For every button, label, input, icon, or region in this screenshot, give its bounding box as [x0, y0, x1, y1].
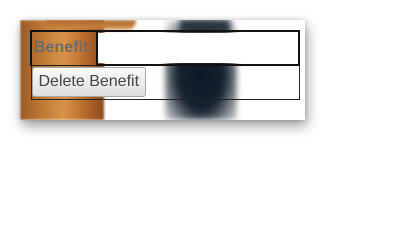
- benefit-label: Benefit:: [34, 39, 94, 57]
- benefit-input-row: Benefit:: [30, 30, 300, 66]
- benefit-label-cell: Benefit:: [30, 30, 97, 66]
- benefit-input-cell: [96, 30, 300, 66]
- benefit-input[interactable]: [98, 33, 298, 63]
- benefit-actions-cell: Delete Benefit: [30, 65, 300, 100]
- benefit-form-panel: Benefit: Delete Benefit: [20, 20, 305, 120]
- benefit-form-table: Benefit: Delete Benefit: [30, 30, 300, 100]
- delete-benefit-button[interactable]: Delete Benefit: [31, 67, 147, 98]
- benefit-actions-row: Delete Benefit: [30, 65, 300, 100]
